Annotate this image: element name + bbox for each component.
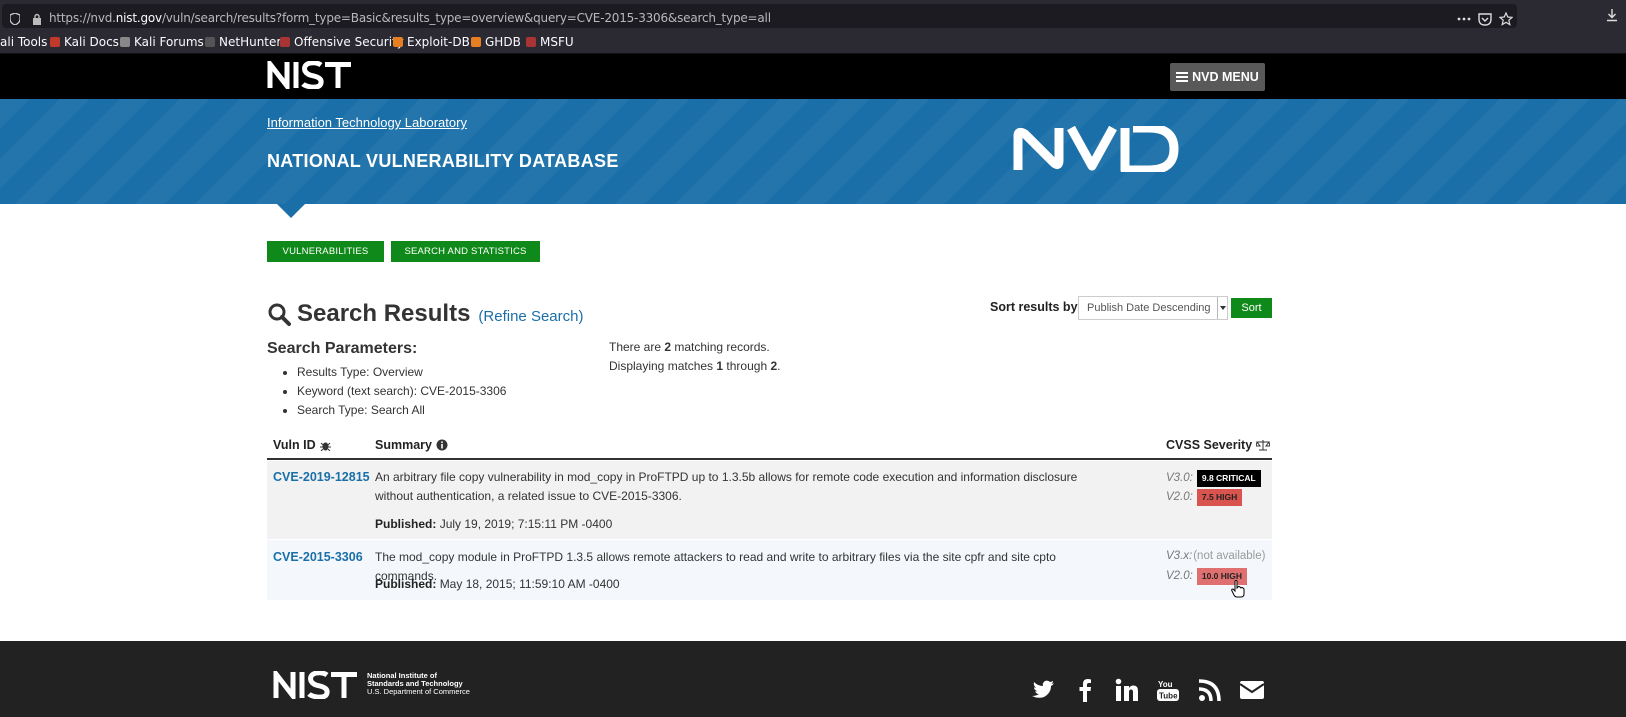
col-vuln-id[interactable]: Vuln ID (273, 438, 331, 452)
kali-forums-icon (120, 37, 130, 47)
bookmark-ghdb[interactable]: GHDB (471, 35, 521, 49)
svg-text:Tube: Tube (1159, 692, 1178, 701)
scale-icon (1256, 440, 1271, 451)
bookmark-msfu[interactable]: MSFU (526, 35, 574, 49)
hamburger-icon (1176, 70, 1189, 84)
param-results-type: Results Type: Overview (297, 363, 506, 382)
lock-icon[interactable] (32, 13, 42, 25)
more-icon[interactable] (1457, 12, 1471, 26)
url-bar[interactable]: https://nvd.nist.gov/vuln/search/results… (2, 4, 1517, 28)
page-title: Search Results (297, 300, 471, 327)
exploit-db-icon (393, 37, 403, 47)
search-icon (268, 303, 291, 326)
search-results-heading: Search Results (Refine Search) (267, 300, 583, 328)
offensive-security-icon (280, 37, 290, 47)
cve-link[interactable]: CVE-2015-3306 (273, 550, 363, 564)
download-icon[interactable] (1605, 8, 1619, 22)
sort-select[interactable]: Publish Date Descending (1078, 296, 1228, 320)
severity-badge-critical[interactable]: 9.8 CRITICAL (1196, 470, 1261, 487)
nist-header: NVD MENU (0, 54, 1626, 99)
nvd-logo[interactable] (1013, 126, 1179, 172)
bookmarks-bar: ali Tools Kali Docs Kali Forums NetHunte… (0, 32, 1626, 54)
table-row: CVE-2019-12815 An arbitrary file copy vu… (267, 461, 1272, 539)
cvss-v2: V2.0: 7.5 HIGH (1166, 489, 1243, 506)
cve-summary: An arbitrary file copy vulnerability in … (375, 470, 1078, 503)
bookmark-kali-docs[interactable]: Kali Docs (50, 35, 119, 49)
twitter-icon[interactable] (1031, 678, 1055, 702)
cvss-v3: V3.0: 9.8 CRITICAL (1166, 470, 1261, 487)
search-parameters-list: Results Type: Overview Keyword (text sea… (297, 363, 506, 420)
info-icon[interactable] (436, 439, 448, 451)
displaying-matches-text: Displaying matches 1 through 2. (609, 359, 781, 373)
nvd-menu-button[interactable]: NVD MENU (1170, 63, 1265, 91)
bug-icon (319, 442, 331, 451)
matching-count-text: There are 2 matching records. (609, 340, 770, 354)
footer-org-name: National Institute of Standards and Tech… (367, 671, 470, 696)
email-icon[interactable] (1240, 678, 1264, 702)
col-summary: Summary (375, 438, 448, 452)
banner-notch (277, 204, 305, 218)
svg-text:You: You (1158, 680, 1173, 689)
param-search-type: Search Type: Search All (297, 401, 506, 420)
sort-label: Sort results by: (990, 300, 1082, 314)
url-text[interactable]: https://nvd.nist.gov/vuln/search/results… (49, 11, 771, 25)
refine-search-link[interactable]: (Refine Search) (478, 308, 583, 325)
linkedin-icon[interactable] (1115, 678, 1139, 702)
nethunter-icon (205, 37, 215, 47)
pocket-icon[interactable] (1478, 12, 1492, 26)
bookmark-kali-forums[interactable]: Kali Forums (120, 35, 204, 49)
browser-toolbar: https://nvd.nist.gov/vuln/search/results… (0, 0, 1626, 32)
param-keyword: Keyword (text search): CVE-2015-3306 (297, 382, 506, 401)
footer-nist-logo[interactable]: National Institute of Standards and Tech… (267, 666, 470, 704)
results-table-header: Vuln ID Summary CVSS Severity (267, 434, 1272, 460)
published-date: Published: July 19, 2019; 7:15:11 PM -04… (375, 517, 613, 531)
nvd-banner: Information Technology Laboratory NATION… (0, 99, 1626, 204)
search-and-statistics-button[interactable]: SEARCH AND STATISTICS (391, 241, 540, 262)
site-title: NATIONAL VULNERABILITY DATABASE (267, 151, 619, 171)
col-cvss-severity[interactable]: CVSS Severity (1166, 438, 1271, 452)
chevron-down-icon (1217, 297, 1227, 319)
shield-icon[interactable] (10, 13, 20, 25)
itl-link[interactable]: Information Technology Laboratory (267, 115, 467, 130)
kali-docs-icon (50, 37, 60, 47)
nist-logo (273, 666, 357, 704)
sort-select-value: Publish Date Descending (1087, 302, 1211, 314)
nvd-menu-label: NVD MENU (1192, 70, 1259, 84)
footer: National Institute of Standards and Tech… (0, 641, 1626, 717)
hand-cursor-icon (1231, 580, 1245, 598)
msfu-icon (526, 37, 536, 47)
vulnerabilities-button[interactable]: VULNERABILITIES (267, 241, 384, 262)
rss-icon[interactable] (1198, 678, 1222, 702)
bookmark-exploit-db[interactable]: Exploit-DB (393, 35, 470, 49)
bookmark-offensive-security[interactable]: Offensive Security (280, 35, 404, 49)
facebook-icon[interactable] (1073, 678, 1097, 702)
bookmark-kali-tools[interactable]: ali Tools (0, 35, 47, 49)
bookmark-nethunter[interactable]: NetHunter (205, 35, 281, 49)
nist-logo[interactable] (267, 61, 351, 89)
severity-badge-high[interactable]: 7.5 HIGH (1196, 489, 1243, 506)
matching-records-info: There are 2 matching records. Displaying… (609, 338, 780, 376)
sort-button[interactable]: Sort (1231, 298, 1272, 318)
cvss-v3: V3.x: (not available) (1166, 550, 1266, 562)
table-row: CVE-2015-3306 The mod_copy module in Pro… (267, 540, 1272, 600)
youtube-icon[interactable]: You Tube (1156, 678, 1180, 702)
published-date: Published: May 18, 2015; 11:59:10 AM -04… (375, 577, 620, 591)
search-parameters-title: Search Parameters: (267, 340, 418, 357)
star-icon[interactable] (1499, 12, 1513, 26)
cve-link[interactable]: CVE-2019-12815 (273, 470, 370, 484)
ghdb-icon (471, 37, 481, 47)
